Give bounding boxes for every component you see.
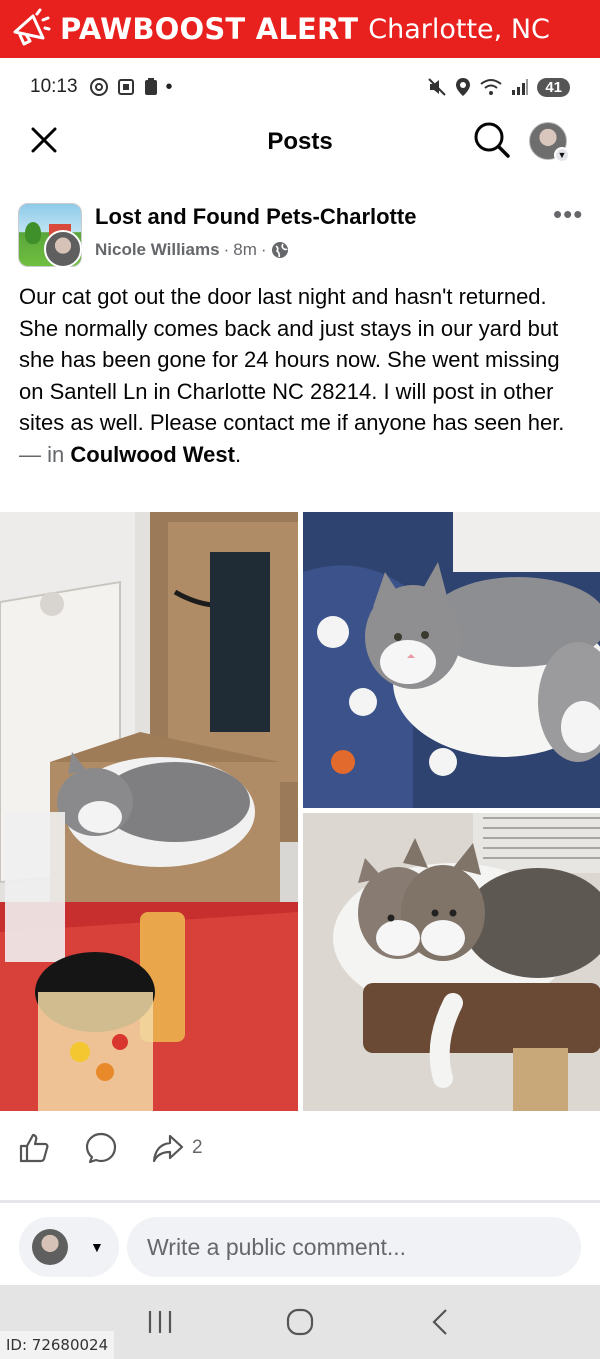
signal-icon bbox=[512, 79, 529, 95]
identity-switcher[interactable]: ▼ bbox=[19, 1217, 119, 1277]
comment-button[interactable] bbox=[84, 1131, 118, 1165]
megaphone-icon bbox=[8, 7, 52, 51]
post-photo-2[interactable] bbox=[303, 512, 600, 808]
location-link[interactable]: Coulwood West bbox=[70, 442, 235, 467]
close-icon bbox=[31, 127, 57, 153]
like-button[interactable] bbox=[18, 1132, 50, 1164]
clipboard-icon bbox=[144, 78, 157, 95]
post-photo-3[interactable] bbox=[303, 813, 600, 1111]
back-button[interactable] bbox=[415, 1302, 465, 1342]
location-suffix: . bbox=[234, 441, 242, 467]
post-body-text: Our cat got out the door last night and … bbox=[19, 284, 565, 436]
comment-input[interactable] bbox=[127, 1217, 581, 1277]
post-time[interactable]: 8m bbox=[233, 240, 257, 260]
share-icon bbox=[152, 1134, 184, 1163]
post-header: Lost and Found Pets-Charlotte Nicole Wil… bbox=[0, 196, 600, 274]
post-meta: Nicole Williams · 8m · bbox=[95, 240, 289, 260]
thumbs-up-icon bbox=[19, 1133, 49, 1163]
home-icon bbox=[286, 1308, 314, 1336]
battery-level: 41 bbox=[537, 77, 570, 97]
back-icon bbox=[432, 1309, 447, 1335]
watermark-id: ID: 72680024 bbox=[0, 1331, 115, 1359]
my-avatar bbox=[32, 1229, 68, 1265]
globe-icon bbox=[271, 242, 288, 258]
author-name[interactable]: Nicole Williams bbox=[95, 240, 220, 260]
chevron-down-icon: ▼ bbox=[554, 147, 570, 163]
status-left-icons: • bbox=[88, 76, 173, 99]
recent-apps-button[interactable] bbox=[135, 1302, 185, 1342]
home-button[interactable] bbox=[275, 1302, 325, 1342]
share-button[interactable]: 2 bbox=[152, 1132, 203, 1164]
alert-banner: PAWBOOST ALERT Charlotte, NC bbox=[0, 0, 600, 58]
screenshot-icon bbox=[117, 79, 134, 95]
location-prefix: — in bbox=[19, 441, 65, 467]
wifi-icon bbox=[480, 79, 502, 95]
top-navigation: Posts ▼ bbox=[0, 116, 600, 168]
close-button[interactable] bbox=[26, 122, 62, 158]
brand-name: PAWBOOST ALERT bbox=[60, 12, 359, 46]
share-count: 2 bbox=[192, 1137, 203, 1158]
post-text: Our cat got out the door last night and … bbox=[19, 281, 585, 471]
meta-separator: · bbox=[223, 240, 230, 259]
status-bar: 10:13 • 41 bbox=[0, 58, 600, 116]
clock: 10:13 bbox=[30, 76, 78, 97]
post-photo-1[interactable] bbox=[0, 512, 298, 1111]
location-icon bbox=[456, 78, 471, 96]
dot-icon: • bbox=[165, 75, 173, 98]
author-avatar[interactable] bbox=[44, 230, 82, 268]
mute-icon bbox=[428, 78, 447, 96]
search-button[interactable] bbox=[472, 120, 512, 160]
meta-separator: · bbox=[260, 240, 267, 259]
at-sign-icon bbox=[89, 78, 108, 96]
more-options-button[interactable]: ••• bbox=[553, 201, 583, 227]
comment-icon bbox=[85, 1132, 117, 1164]
profile-avatar-button[interactable]: ▼ bbox=[529, 122, 570, 163]
search-icon bbox=[474, 122, 510, 158]
status-right-icons: 41 bbox=[427, 77, 570, 97]
group-name[interactable]: Lost and Found Pets-Charlotte bbox=[95, 204, 416, 230]
comment-bar: ▼ bbox=[0, 1203, 600, 1285]
alert-city: Charlotte, NC bbox=[368, 13, 550, 45]
recent-apps-icon bbox=[148, 1311, 172, 1333]
action-bar: 2 bbox=[0, 1120, 600, 1176]
caret-down-icon: ▼ bbox=[90, 1239, 104, 1255]
